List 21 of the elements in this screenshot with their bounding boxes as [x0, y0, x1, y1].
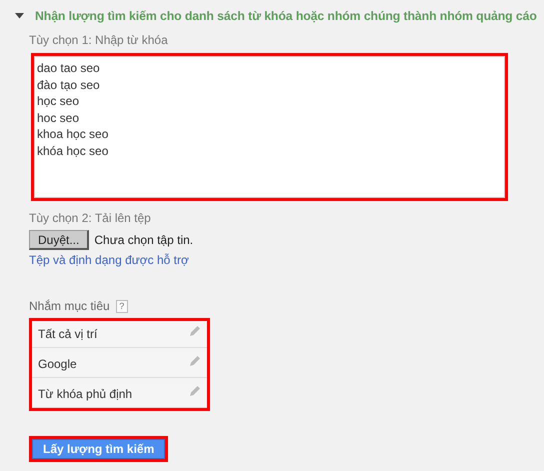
keyword-line: khoa học seo [37, 126, 108, 142]
collapse-arrow-icon[interactable] [15, 13, 24, 19]
help-icon[interactable]: ? [116, 300, 128, 312]
option-label: Tùy chọn 2: Tải lên tệp [29, 211, 151, 225]
targeting-label: Nhắm mục tiêu [29, 299, 110, 313]
pencil-icon[interactable] [190, 355, 201, 366]
targeting-value: Từ khóa phủ định [38, 387, 132, 401]
supported-formats-link[interactable]: Tệp và định dạng được hỗ trợ [29, 253, 189, 267]
keyword-line: dao tao seo [37, 60, 100, 76]
keyword-line: học seo [37, 93, 80, 110]
keyword-line: hoc seo [37, 110, 80, 126]
option-label: Tùy chọn 1: Nhập từ khóa [29, 33, 168, 47]
browse-button[interactable]: Duyệt... [29, 230, 90, 250]
targeting-value: Google [38, 357, 77, 371]
keyword-line: đào tạo seo [37, 76, 100, 93]
file-status: Chưa chọn tập tin. [94, 233, 194, 247]
keyword-line: khóa học seo [37, 142, 108, 159]
keyword-field[interactable]: dao tao seo đào tạo seo học seo hoc seo khoa học seo khóa học seo [34, 56, 505, 198]
pencil-icon[interactable] [190, 325, 201, 336]
targeting-value: Tất cả vị trí [38, 327, 98, 341]
pencil-icon[interactable] [190, 385, 201, 396]
